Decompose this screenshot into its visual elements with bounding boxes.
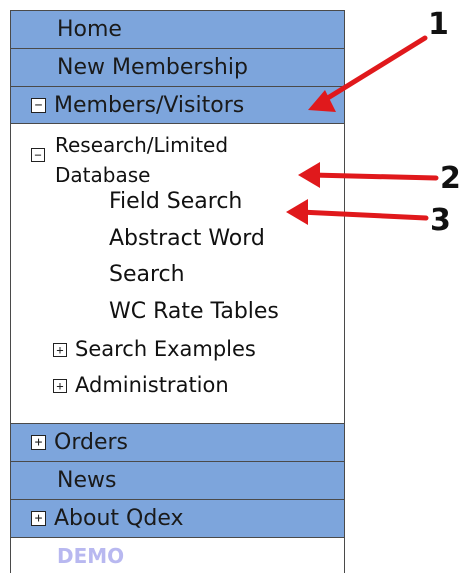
tree-node-administration[interactable]: + Administration	[53, 368, 229, 402]
menu-item-about-qdex[interactable]: + About Qdex	[11, 499, 344, 537]
expand-icon[interactable]: +	[53, 343, 67, 357]
tree-node-label: Search Examples	[75, 337, 256, 361]
menu-item-label: About Qdex	[54, 506, 184, 531]
menu-item-new-membership[interactable]: New Membership	[11, 48, 344, 86]
annotation-number-3: 3	[430, 203, 451, 238]
link-label: Abstract Word	[109, 226, 265, 251]
link-field-search[interactable]: Field Search	[109, 184, 242, 220]
expand-icon[interactable]: +	[53, 379, 67, 393]
tree-node-research[interactable]: − Research/Limited Database	[31, 130, 295, 190]
menu-item-orders[interactable]: + Orders	[11, 423, 344, 461]
expand-icon[interactable]: +	[31, 435, 46, 450]
tree-node-search-examples[interactable]: + Search Examples	[53, 332, 256, 366]
link-wc-rate-tables[interactable]: WC Rate Tables	[109, 294, 279, 330]
tree-node-label: Research/Limited	[55, 133, 229, 157]
link-abstract-word-search[interactable]: Abstract Word Search	[109, 221, 265, 293]
collapse-icon[interactable]: −	[31, 97, 46, 113]
menu-item-label: News	[57, 468, 117, 493]
expand-icon[interactable]: +	[31, 511, 46, 526]
annotation-number-1: 1	[428, 7, 449, 42]
menu-item-label: Home	[57, 17, 122, 42]
menu-item-home[interactable]: Home	[11, 10, 344, 48]
menu-item-label: New Membership	[57, 55, 248, 80]
menu-item-label: Members/Visitors	[54, 92, 245, 118]
demo-label: DEMO	[11, 537, 344, 573]
menu-item-members-visitors[interactable]: − Members/Visitors	[11, 86, 344, 124]
annotation-number-2: 2	[440, 161, 461, 196]
tree-node-label: Administration	[75, 373, 229, 397]
link-label: Search	[109, 262, 185, 287]
menu-item-news[interactable]: News	[11, 461, 344, 499]
members-submenu: − Research/Limited Database Field Search…	[11, 124, 344, 423]
menu-item-label: Orders	[54, 430, 128, 455]
collapse-icon[interactable]: −	[31, 148, 45, 162]
sidebar-menu: Home New Membership − Members/Visitors −…	[10, 10, 345, 573]
